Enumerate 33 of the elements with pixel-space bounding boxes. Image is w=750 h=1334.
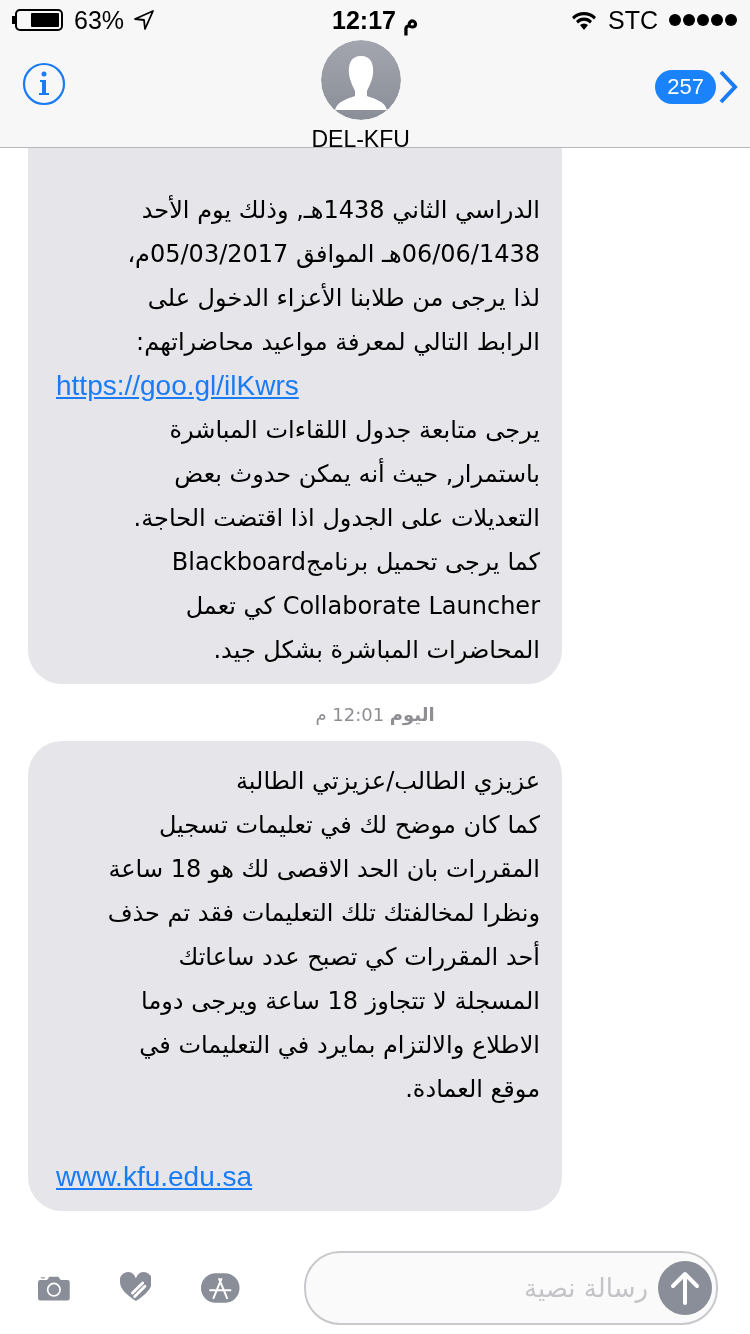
message-text: المحاضرات المباشرة بشكل جيد. — [212, 635, 540, 666]
message-text: 06/06/1438هـ الموافق 05/03/2017م، — [126, 239, 540, 270]
message-text: ونظرا لمخالفتك تلك التعليمات فقد تم حذف — [106, 898, 540, 929]
message-text: الدراسي الثاني 1438هـ, وذلك يوم الأحد — [140, 194, 540, 226]
message-text: المقررات بان الحد الاقصى لك هو 18 ساعة — [107, 854, 540, 885]
avatar-icon[interactable] — [320, 40, 401, 120]
message-text: لذا يرجى من طلابنا الأعزاء الدخول على — [146, 282, 540, 314]
message-text: كما كان موضح لك في تعليمات تسجيل — [157, 810, 540, 841]
wifi-icon — [570, 9, 598, 31]
chevron-right-icon[interactable] — [718, 70, 738, 104]
unread-count[interactable]: 257 — [655, 70, 716, 104]
message-text: أحد المقررات كي تصبح عدد ساعاتك — [177, 940, 540, 973]
status-time: 12:17 م — [332, 5, 418, 35]
message-text: باستمرار, حيث أنه يمكن حدوث بعض — [173, 457, 540, 490]
message-timestamp: اليوم 12:01 م — [315, 704, 435, 725]
message-text: يرجى متابعة جدول اللقاءات المباشرة — [168, 415, 540, 446]
battery-icon — [12, 9, 64, 31]
location-arrow-icon — [134, 10, 155, 30]
message-text: الرابط التالي لمعرفة مواعيد محاضراتهم: — [135, 327, 540, 358]
message-text: عزيزي الطالب/عزيزتي الطالبة — [234, 766, 540, 797]
message-text: Collaborate Launcher كي تعمل — [184, 591, 540, 622]
signal-dots-icon — [668, 13, 738, 27]
message-text: التعديلات على الجدول اذا اقتضت الحاجة. — [132, 503, 540, 534]
message-text: الاطلاع والالتزام بمايرد في التعليمات في — [138, 1030, 540, 1061]
message-link[interactable]: https://goo.gl/ilKwrs — [56, 364, 299, 408]
message-text: كما يرجى تحميل برنامجBlackboard — [170, 547, 540, 578]
message-text: المسجلة لا تتجاوز 18 ساعة ويرجى دوما — [140, 986, 540, 1017]
battery-percent: 63% — [74, 5, 125, 35]
message-text: موقع العمادة. — [404, 1074, 540, 1105]
message-link[interactable]: www.kfu.edu.sa — [56, 1155, 253, 1199]
carrier-name: STC — [608, 5, 658, 35]
contact-name: DEL-KFU — [311, 126, 410, 153]
info-icon[interactable] — [22, 62, 66, 106]
